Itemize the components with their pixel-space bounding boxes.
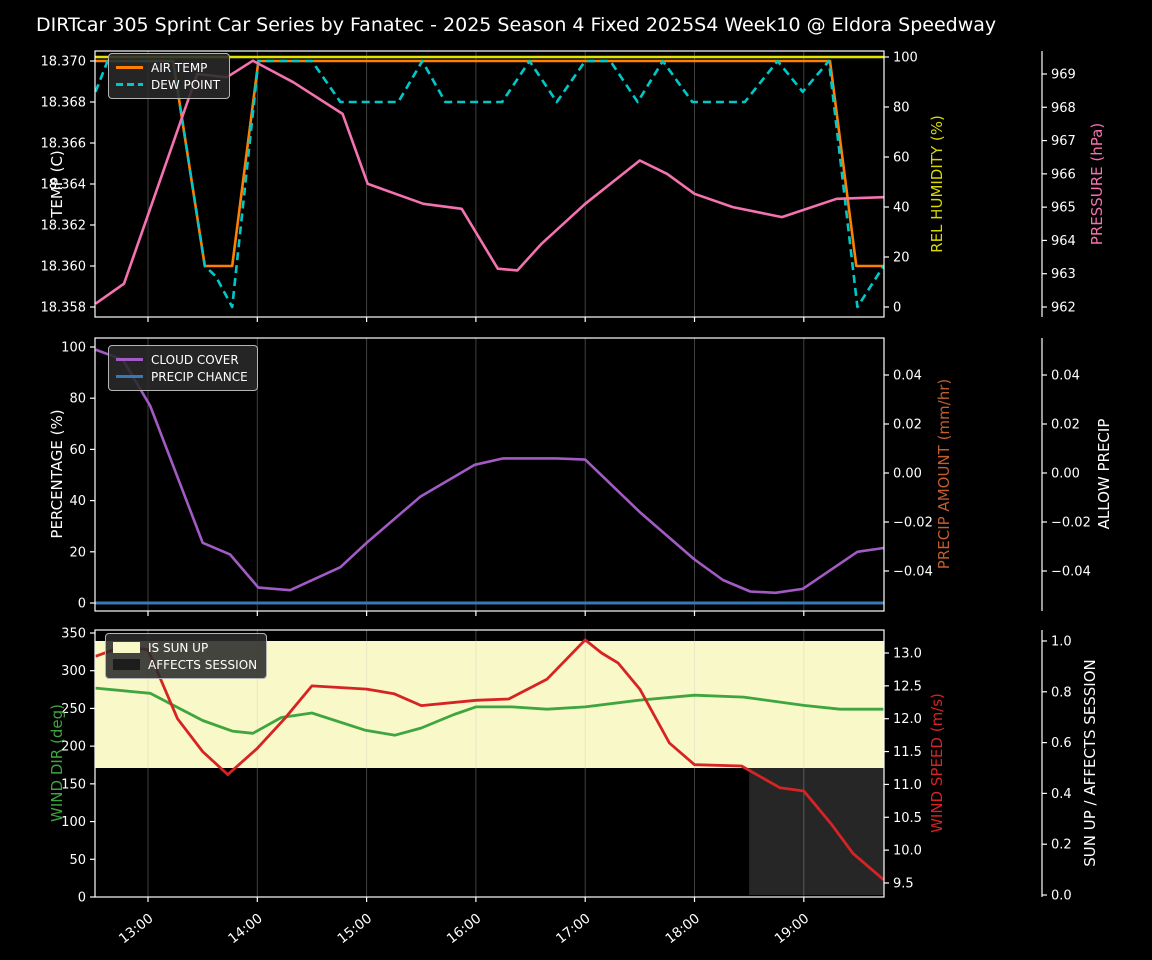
pressure-axis-label: PRESSURE (hPa) — [1088, 122, 1106, 246]
x-tick-label: 19:00 — [772, 911, 813, 948]
y-tick-label: 13.0 — [893, 647, 922, 662]
affects-session-patch-swatch — [113, 659, 140, 670]
percentage-axis-label: PERCENTAGE (%) — [48, 409, 66, 539]
y-tick-label: 10.0 — [893, 844, 922, 859]
y-tick-label: 0 — [893, 301, 901, 316]
legend-label: AFFECTS SESSION — [148, 657, 258, 672]
dew-point-line-swatch — [116, 83, 143, 86]
legend-label: DEW POINT — [151, 77, 221, 92]
y-tick-label: 12.0 — [893, 712, 922, 727]
y-tick-label: 962 — [1051, 301, 1076, 316]
wind-dir-axis-label: WIND DIR (deg) — [48, 704, 66, 822]
legend-item-air-temp: AIR TEMP — [116, 59, 220, 76]
sun-up-patch-swatch — [113, 642, 140, 653]
y-tick-label: 300 — [61, 664, 86, 679]
y-tick-label: 20 — [893, 251, 910, 266]
y-tick-label: 9.5 — [893, 876, 914, 891]
y-tick-label: 40 — [893, 201, 910, 216]
allow-precip-axis-label: ALLOW PRECIP — [1095, 418, 1113, 530]
precip-amount-axis-label: PRECIP AMOUNT (mm/hr) — [935, 378, 953, 570]
weather-forecast-figure: DIRTcar 305 Sprint Car Series by Fanatec… — [0, 0, 1152, 960]
y-tick-label: 1.0 — [1051, 635, 1072, 650]
y-tick-label: 967 — [1051, 134, 1076, 149]
y-tick-label: 18.362 — [41, 219, 87, 234]
y-tick-label: 18.370 — [41, 55, 87, 70]
y-tick-label: 966 — [1051, 167, 1076, 182]
y-tick-label: 963 — [1051, 267, 1076, 282]
humidity-axis-label: REL HUMIDITY (%) — [928, 115, 946, 253]
legend-item-precip-chance: PRECIP CHANCE — [116, 368, 248, 385]
band-affects-session — [749, 768, 884, 895]
y-tick-label: 80 — [893, 101, 910, 116]
y-tick-label: 0 — [78, 597, 86, 612]
air-temp-line-swatch — [116, 66, 143, 69]
y-tick-label: 350 — [61, 626, 86, 641]
y-tick-label: 969 — [1051, 68, 1076, 83]
y-tick-label: 100 — [893, 51, 918, 66]
y-tick-label: −0.02 — [893, 516, 933, 531]
y-tick-label: 0 — [78, 891, 86, 906]
y-tick-label: 11.0 — [893, 778, 922, 793]
y-tick-label: 20 — [69, 545, 86, 560]
y-tick-label: 40 — [69, 494, 86, 509]
y-tick-label: 50 — [69, 853, 86, 868]
y-tick-label: −0.04 — [893, 565, 933, 580]
y-tick-label: 0.0 — [1051, 889, 1072, 904]
cloud-cover-line-swatch — [116, 358, 143, 361]
y-tick-label: 0.02 — [893, 418, 922, 433]
y-tick-label: 11.5 — [893, 745, 922, 760]
y-tick-label: 0.2 — [1051, 838, 1072, 853]
wind-panel-legend: IS SUN UP AFFECTS SESSION — [105, 633, 268, 679]
y-tick-label: 60 — [69, 443, 86, 458]
y-tick-label: 0.04 — [893, 369, 922, 384]
legend-label: IS SUN UP — [148, 640, 209, 655]
legend-item-cloud-cover: CLOUD COVER — [116, 351, 248, 368]
y-tick-label: 80 — [69, 392, 86, 407]
legend-label: PRECIP CHANCE — [151, 369, 248, 384]
legend-item-affects-session: AFFECTS SESSION — [113, 656, 257, 673]
temp-panel-legend: AIR TEMP DEW POINT — [108, 53, 231, 99]
legend-item-is-sun-up: IS SUN UP — [113, 639, 257, 656]
temp-axis-label: TEMP (C) — [48, 150, 66, 218]
legend-label: AIR TEMP — [151, 60, 208, 75]
x-tick-label: 14:00 — [225, 911, 266, 948]
y-tick-label: 18.368 — [41, 96, 87, 111]
y-tick-label: 968 — [1051, 101, 1076, 116]
y-tick-label: 0.02 — [1051, 418, 1080, 433]
y-tick-label: 0.04 — [1051, 369, 1080, 384]
y-tick-label: 12.5 — [893, 679, 922, 694]
y-tick-label: 10.5 — [893, 811, 922, 826]
sun-up-axis-label: SUN UP / AFFECTS SESSION — [1081, 659, 1099, 867]
y-tick-label: 0.6 — [1051, 736, 1072, 751]
y-tick-label: 964 — [1051, 234, 1076, 249]
y-tick-label: 0.4 — [1051, 787, 1072, 802]
x-tick-label: 18:00 — [662, 911, 703, 948]
legend-item-dew-point: DEW POINT — [116, 76, 220, 93]
y-tick-label: −0.02 — [1051, 516, 1091, 531]
wind-speed-axis-label: WIND SPEED (m/s) — [928, 693, 946, 833]
precip-panel-legend: CLOUD COVER PRECIP CHANCE — [108, 345, 258, 391]
y-tick-label: 0.00 — [1051, 467, 1080, 482]
y-tick-label: 100 — [61, 341, 86, 356]
legend-label: CLOUD COVER — [151, 352, 239, 367]
precip-chance-line-swatch — [116, 375, 143, 378]
x-tick-label: 17:00 — [553, 911, 594, 948]
y-tick-label: −0.04 — [1051, 565, 1091, 580]
y-tick-label: 18.360 — [41, 260, 87, 275]
y-tick-label: 0.00 — [893, 467, 922, 482]
x-tick-label: 15:00 — [335, 911, 376, 948]
x-tick-label: 13:00 — [116, 911, 157, 948]
chart-canvas: 18.37018.36818.36618.36418.36218.36018.3… — [41, 50, 1091, 948]
y-tick-label: 60 — [893, 151, 910, 166]
y-tick-label: 0.8 — [1051, 685, 1072, 700]
y-tick-label: 18.358 — [41, 301, 87, 316]
x-tick-label: 16:00 — [444, 911, 485, 948]
y-tick-label: 965 — [1051, 201, 1076, 216]
